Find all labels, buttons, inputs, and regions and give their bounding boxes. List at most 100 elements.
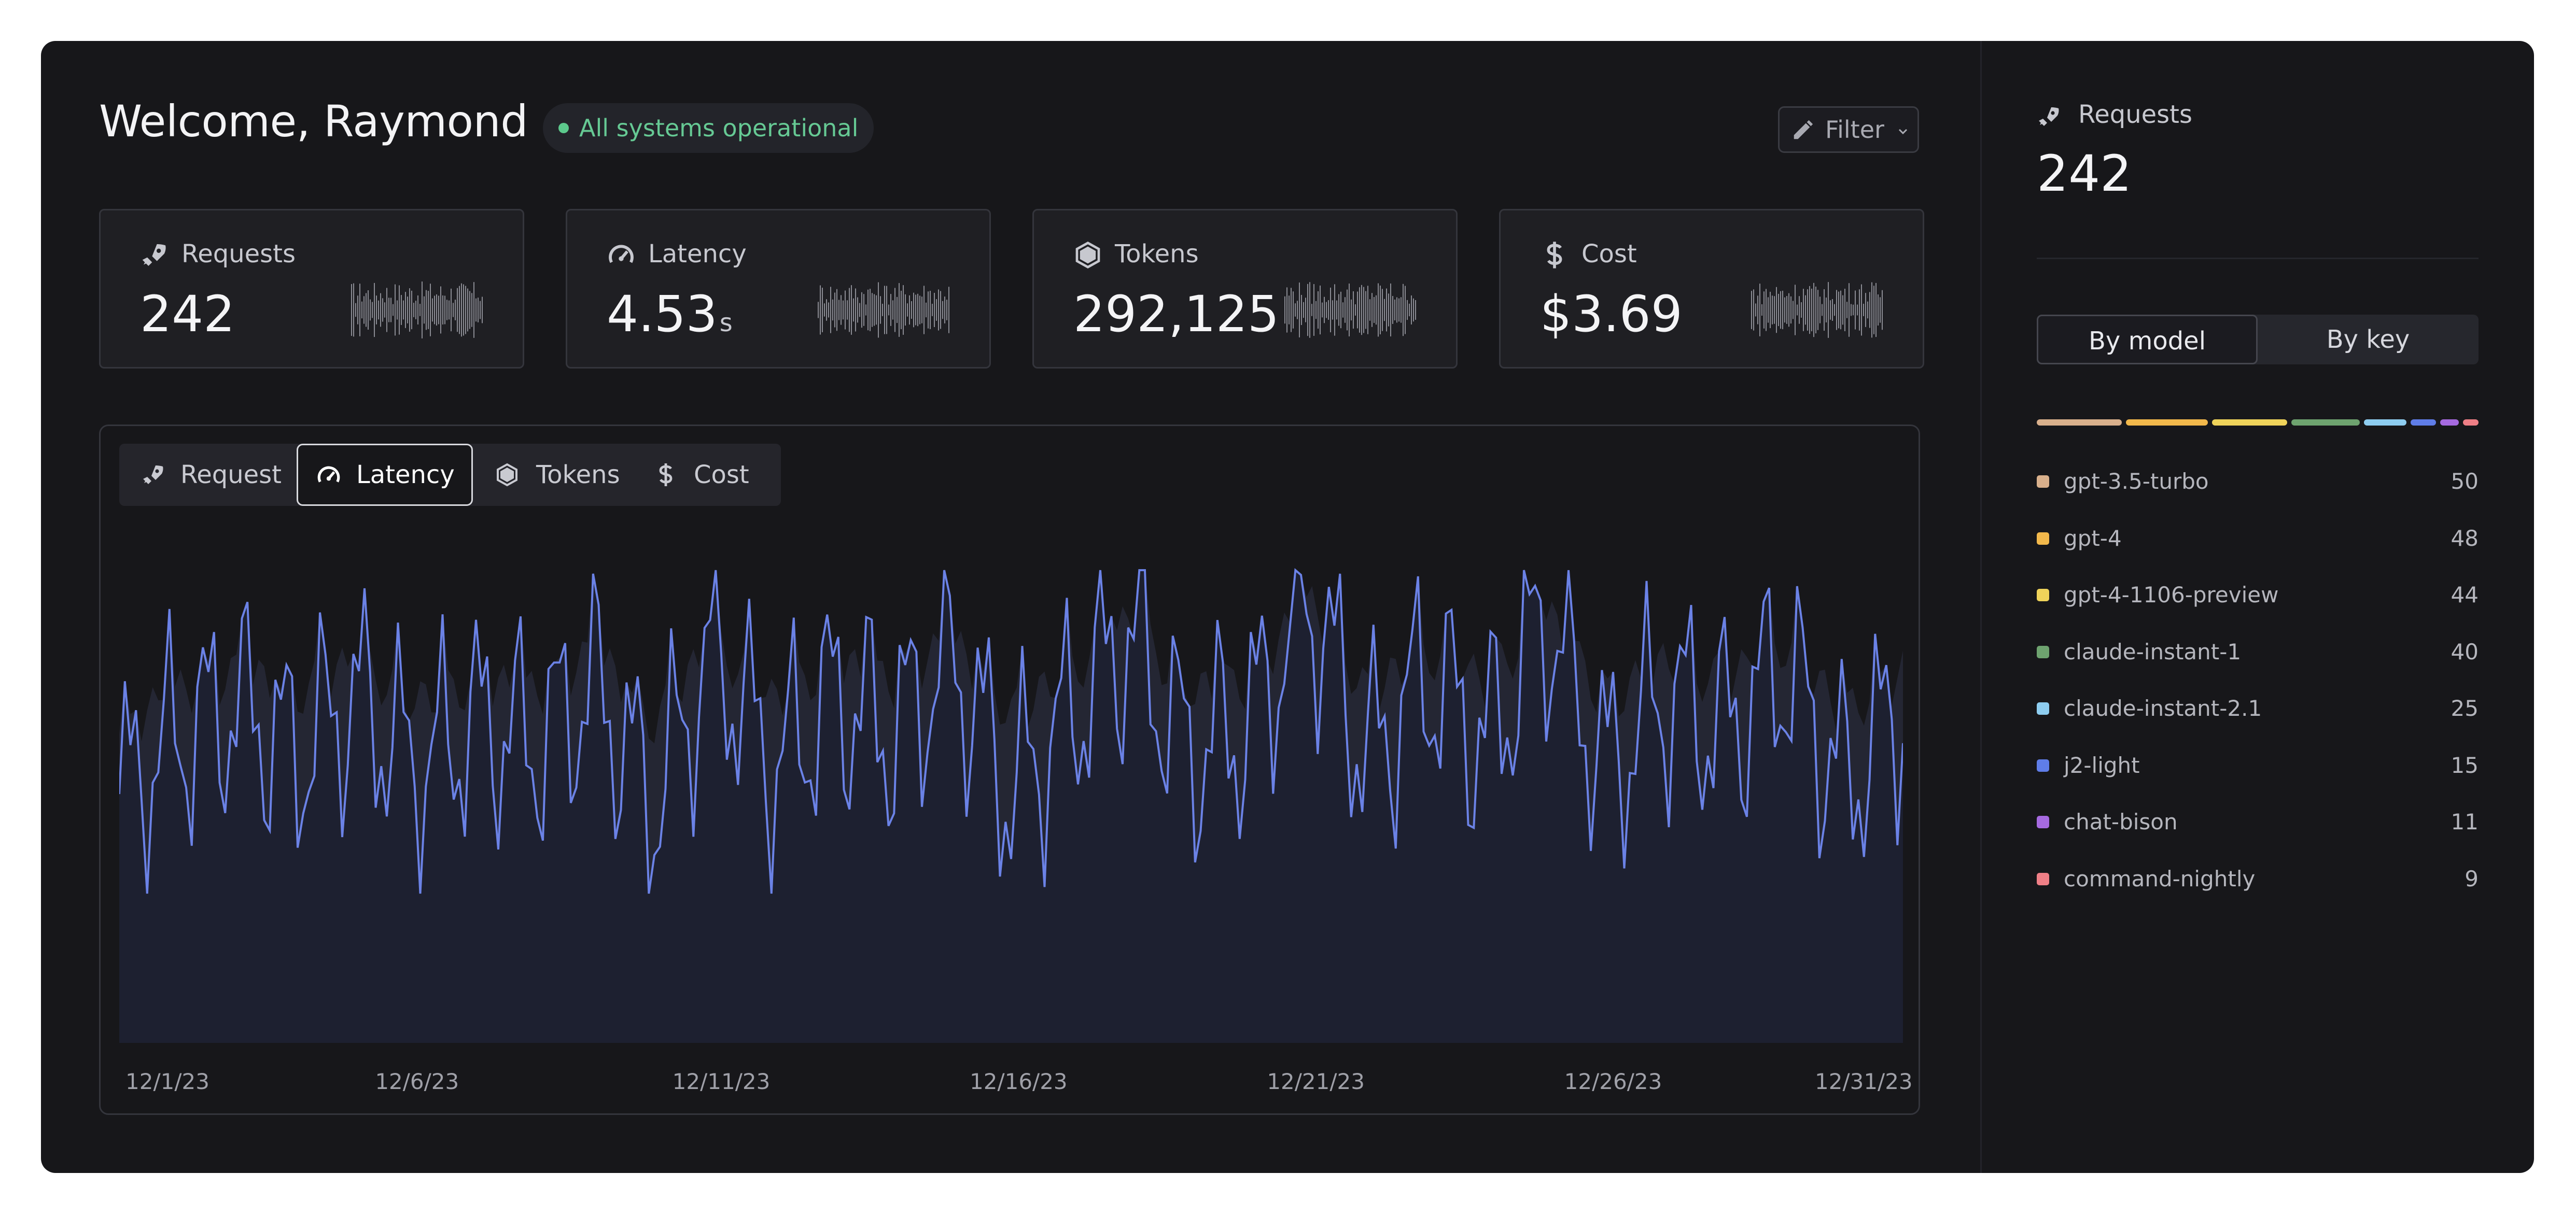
sparkline bbox=[1284, 282, 1416, 338]
model-name: command-nightly bbox=[2064, 866, 2256, 892]
hexagon-icon bbox=[497, 463, 517, 487]
metric-card-latency: Latency 4.53s bbox=[566, 209, 991, 369]
model-row[interactable]: command-nightly 9 bbox=[2037, 864, 2479, 895]
card-label: Requests bbox=[181, 239, 296, 268]
model-count: 9 bbox=[2465, 866, 2479, 892]
segment-by-model[interactable]: By model bbox=[2037, 315, 2258, 364]
metric-card-tokens: Tokens 292,125 bbox=[1032, 209, 1458, 369]
card-value: $3.69 bbox=[1540, 285, 1683, 343]
model-name: gpt-3.5-turbo bbox=[2064, 469, 2209, 494]
model-name: j2-light bbox=[2064, 752, 2140, 778]
tab-latency[interactable]: Latency bbox=[297, 444, 473, 506]
dollar-icon bbox=[1547, 242, 1562, 268]
filter-button[interactable]: Filter bbox=[1778, 106, 1919, 153]
model-row[interactable]: j2-light 15 bbox=[2037, 750, 2479, 781]
rocket-icon bbox=[2039, 107, 2059, 126]
tab-label: Tokens bbox=[536, 460, 620, 489]
tab-label: Request bbox=[180, 460, 282, 489]
model-color-swatch bbox=[2037, 475, 2049, 488]
rocket-icon bbox=[143, 465, 163, 484]
model-count: 11 bbox=[2451, 809, 2479, 835]
tab-request[interactable]: Request bbox=[119, 444, 288, 506]
x-axis-label: 12/16/23 bbox=[970, 1069, 1068, 1094]
model-name: gpt-4-1106-preview bbox=[2064, 582, 2279, 607]
card-value: 242 bbox=[140, 285, 235, 343]
model-color-swatch bbox=[2037, 702, 2049, 715]
card-value-unit: s bbox=[719, 308, 733, 337]
model-count: 50 bbox=[2451, 469, 2479, 494]
latency-chart bbox=[119, 568, 1903, 1043]
model-row[interactable]: claude-instant-1 40 bbox=[2037, 637, 2479, 668]
status-badge: All systems operational bbox=[543, 103, 874, 153]
model-name: chat-bison bbox=[2064, 809, 2178, 835]
x-axis-label: 12/1/23 bbox=[125, 1069, 209, 1094]
distribution-segment bbox=[2037, 419, 2122, 426]
group-by-toggle: By model By key bbox=[2037, 315, 2479, 364]
chart-tabs: Request Latency Tokens Cost bbox=[119, 444, 781, 506]
model-row[interactable]: gpt-4 48 bbox=[2037, 523, 2479, 554]
card-label: Tokens bbox=[1115, 239, 1199, 268]
distribution-segment bbox=[2410, 419, 2437, 426]
model-count: 44 bbox=[2451, 582, 2479, 607]
card-label: Cost bbox=[1581, 239, 1637, 268]
status-dot-icon bbox=[558, 123, 569, 133]
model-row[interactable]: chat-bison 11 bbox=[2037, 807, 2479, 838]
model-color-swatch bbox=[2037, 759, 2049, 772]
model-color-swatch bbox=[2037, 532, 2049, 545]
model-row[interactable]: claude-instant-2.1 25 bbox=[2037, 693, 2479, 724]
card-label: Latency bbox=[648, 239, 747, 268]
side-value: 242 bbox=[2037, 145, 2132, 203]
tab-cost[interactable]: Cost bbox=[643, 444, 778, 506]
chevron-down-icon bbox=[1898, 129, 1908, 135]
distribution-segment bbox=[2463, 419, 2479, 426]
x-axis-label: 12/26/23 bbox=[1564, 1069, 1662, 1094]
status-text: All systems operational bbox=[579, 114, 859, 142]
tab-label: Latency bbox=[356, 460, 455, 489]
divider bbox=[2037, 258, 2479, 259]
model-count: 48 bbox=[2451, 525, 2479, 551]
side-panel: Requests 242 By model By key gpt-3.5-tur… bbox=[1980, 41, 2534, 1173]
x-axis-label: 12/11/23 bbox=[672, 1069, 771, 1094]
x-axis-label: 12/21/23 bbox=[1267, 1069, 1365, 1094]
distribution-segment bbox=[2363, 419, 2406, 426]
card-value-number: 292,125 bbox=[1073, 285, 1279, 343]
model-count: 40 bbox=[2451, 639, 2479, 664]
chart-panel: Request Latency Tokens Cost 12/1/23 12/6… bbox=[99, 425, 1920, 1115]
model-count: 15 bbox=[2451, 752, 2479, 778]
distribution-segment bbox=[2126, 419, 2208, 426]
metric-card-requests: Requests 242 bbox=[99, 209, 524, 369]
card-value: 292,125 bbox=[1073, 285, 1279, 343]
distribution-segment bbox=[2440, 419, 2459, 426]
metric-card-cost: Cost $3.69 bbox=[1499, 209, 1924, 369]
distribution-segment bbox=[2291, 419, 2360, 426]
x-axis-label: 12/6/23 bbox=[375, 1069, 459, 1094]
model-count: 25 bbox=[2451, 696, 2479, 721]
sparkline bbox=[818, 282, 949, 338]
main-panel: Welcome, Raymond All systems operational… bbox=[41, 41, 1980, 1173]
model-row[interactable]: gpt-4-1106-preview 44 bbox=[2037, 579, 2479, 611]
side-label: Requests bbox=[2078, 100, 2192, 129]
model-color-swatch bbox=[2037, 872, 2049, 885]
card-value: 4.53s bbox=[607, 285, 733, 343]
distribution-segment bbox=[2212, 419, 2288, 426]
model-name: claude-instant-1 bbox=[2064, 639, 2242, 664]
card-value-number: 242 bbox=[140, 285, 235, 343]
speedometer-icon bbox=[317, 466, 340, 483]
hexagon-icon bbox=[1075, 241, 1100, 269]
sparkline bbox=[1751, 282, 1883, 338]
dashboard-window: Welcome, Raymond All systems operational… bbox=[41, 41, 2534, 1173]
segment-by-key[interactable]: By key bbox=[2258, 315, 2479, 364]
dollar-icon bbox=[659, 463, 673, 486]
page-title: Welcome, Raymond bbox=[99, 96, 528, 147]
model-color-swatch bbox=[2037, 816, 2049, 828]
sparkline bbox=[351, 281, 483, 338]
model-row[interactable]: gpt-3.5-turbo 50 bbox=[2037, 466, 2479, 497]
speedometer-icon bbox=[609, 245, 634, 263]
model-color-swatch bbox=[2037, 589, 2049, 601]
x-axis-label: 12/31/23 bbox=[1815, 1069, 1913, 1094]
card-value-number: 4.53 bbox=[607, 285, 718, 343]
tab-tokens[interactable]: Tokens bbox=[482, 444, 638, 506]
filter-label: Filter bbox=[1825, 116, 1884, 144]
model-name: gpt-4 bbox=[2064, 525, 2122, 551]
model-color-swatch bbox=[2037, 645, 2049, 658]
